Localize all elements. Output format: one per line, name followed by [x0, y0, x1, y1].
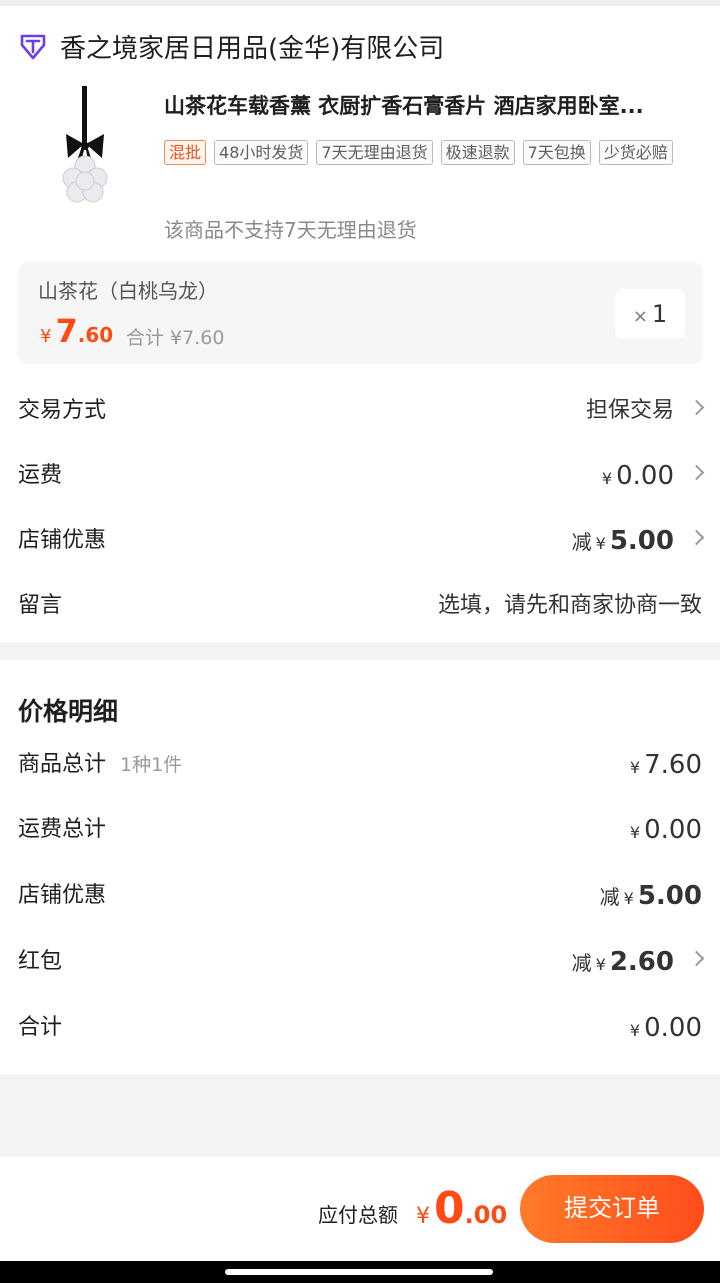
- sku-box[interactable]: 山茶花（白桃乌龙） ¥7.60 合计 ¥7.60 × 1: [18, 262, 703, 364]
- shipping-value: ¥0.00: [601, 461, 674, 491]
- chevron-right-icon: [688, 464, 705, 481]
- sku-name: 山茶花（白桃乌龙）: [38, 279, 218, 303]
- sku-price: ¥7.60: [40, 312, 114, 350]
- goods-count: 1种1件: [120, 754, 183, 776]
- chevron-right-icon: [688, 529, 705, 546]
- tag-48h-ship: 48小时发货: [214, 140, 309, 165]
- row-message[interactable]: 留言 选填，请先和商家协商一致: [0, 576, 720, 636]
- shipping-total-value: ¥0.00: [629, 815, 702, 845]
- shop-discount-value: 减 ¥5.00: [571, 526, 674, 556]
- shop-discount-detail-value: 减 ¥5.00: [599, 881, 702, 911]
- checkout-bar: 应付总额 ¥0.00 提交订单: [0, 1157, 720, 1261]
- shop-header[interactable]: 香之境家居日用品(金华)有限公司: [18, 28, 444, 64]
- row-shop-discount[interactable]: 店铺优惠 减 ¥5.00: [0, 511, 720, 571]
- multiply-icon: ×: [632, 306, 648, 327]
- price-detail-title: 价格明细: [18, 697, 119, 726]
- total-value: ¥0.00: [629, 1013, 702, 1043]
- amount-due-label: 应付总额: [318, 1203, 398, 1227]
- shop-badge-icon: [20, 34, 46, 60]
- product-image[interactable]: [44, 86, 126, 210]
- shop-name: 香之境家居日用品(金华)有限公司: [60, 33, 445, 64]
- sku-subtotal: 合计 ¥7.60: [126, 327, 225, 349]
- chevron-right-icon: [688, 399, 705, 416]
- goods-total-value: ¥7.60: [629, 750, 702, 780]
- price-detail-card: 价格明细 商品总计 1种1件 ¥7.60 运费总计 ¥0.00 店铺优惠 减 ¥5.…: [0, 660, 720, 1074]
- tag-shortage-compensation: 少货必赔: [598, 140, 673, 165]
- home-indicator[interactable]: [225, 1269, 493, 1275]
- submit-order-button[interactable]: 提交订单: [520, 1175, 704, 1243]
- row-red-packet[interactable]: 红包 减 ¥2.60: [0, 932, 720, 992]
- product-title[interactable]: 山茶花车载香薰 衣厨扩香石膏香片 酒店家用卧室...: [164, 90, 709, 120]
- red-packet-value: 减 ¥2.60: [571, 947, 674, 977]
- trade-method-value: 担保交易: [585, 398, 674, 423]
- system-nav-bar: [0, 1261, 720, 1283]
- row-goods-total: 商品总计 1种1件 ¥7.60: [0, 735, 720, 795]
- row-shipping-total: 运费总计 ¥0.00: [0, 800, 720, 860]
- row-shipping[interactable]: 运费 ¥0.00: [0, 446, 720, 506]
- message-input[interactable]: 选填，请先和商家协商一致: [438, 576, 702, 636]
- row-shop-discount-detail: 店铺优惠 减 ¥5.00: [0, 866, 720, 926]
- amount-due-value: ¥0.00: [416, 1183, 508, 1234]
- chevron-right-icon: [688, 950, 705, 967]
- quantity-selector[interactable]: × 1: [615, 289, 685, 339]
- tag-7day-return: 7天无理由退货: [316, 140, 433, 165]
- tag-fast-refund: 极速退款: [440, 140, 515, 165]
- service-tags: 混批 48小时发货 7天无理由退货 极速退款 7天包换 少货必赔: [164, 140, 704, 177]
- tag-mixed-wholesale: 混批: [164, 140, 207, 165]
- order-card: 香之境家居日用品(金华)有限公司 山茶花车载香薰 衣厨扩香石膏香片 酒店家用卧室…: [0, 6, 720, 642]
- tag-7day-exchange: 7天包换: [522, 140, 591, 165]
- row-trade-method[interactable]: 交易方式 担保交易: [0, 381, 720, 441]
- row-total: 合计 ¥0.00: [0, 998, 720, 1058]
- no-return-note: 该商品不支持7天无理由退货: [164, 218, 417, 242]
- quantity-value: 1: [651, 300, 668, 328]
